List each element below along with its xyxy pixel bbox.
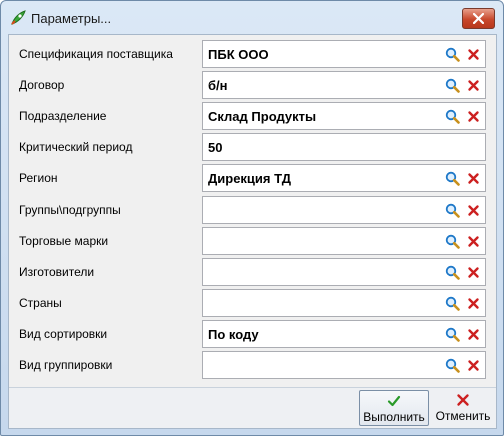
- param-row: Договор б/н: [9, 70, 496, 101]
- clear-icon[interactable]: [467, 359, 480, 372]
- param-input[interactable]: ПБК ООО: [202, 40, 486, 68]
- search-icon[interactable]: [445, 171, 460, 187]
- parameters-dialog: Параметры... Спецификация поставщика ПБК …: [0, 0, 504, 436]
- clear-icon[interactable]: [467, 48, 480, 61]
- clear-icon[interactable]: [467, 235, 480, 248]
- param-label: Договор: [19, 78, 65, 93]
- param-label: Критический период: [19, 140, 133, 155]
- clear-icon[interactable]: [467, 110, 480, 123]
- param-value: 50: [208, 140, 223, 156]
- param-input[interactable]: Склад Продукты: [202, 102, 486, 131]
- param-input[interactable]: По коду: [202, 319, 486, 348]
- clear-icon[interactable]: [467, 328, 480, 341]
- param-row: Страны: [9, 288, 496, 319]
- cross-icon: [457, 394, 469, 406]
- param-input[interactable]: Дирекция ТД: [202, 164, 486, 193]
- window-title: Параметры...: [31, 11, 112, 26]
- param-value: б/н: [208, 78, 228, 94]
- search-icon[interactable]: [445, 358, 460, 373]
- param-input[interactable]: 50: [202, 133, 486, 162]
- param-input[interactable]: [202, 351, 486, 379]
- param-input[interactable]: [202, 195, 486, 224]
- param-input[interactable]: [202, 226, 486, 255]
- param-label: Подразделение: [19, 109, 107, 124]
- param-label: Регион: [19, 171, 58, 186]
- param-row: Критический период 50: [9, 132, 496, 163]
- param-value: Дирекция ТД: [208, 171, 291, 187]
- search-icon[interactable]: [445, 203, 460, 218]
- search-icon[interactable]: [445, 78, 460, 93]
- param-row: Регион Дирекция ТД: [9, 163, 496, 194]
- clear-icon[interactable]: [467, 172, 480, 185]
- checkmark-icon: [387, 395, 401, 407]
- cancel-button-label: Отменить: [435, 409, 491, 423]
- clear-icon[interactable]: [467, 266, 480, 279]
- search-icon[interactable]: [445, 234, 460, 249]
- search-icon[interactable]: [445, 109, 460, 124]
- param-input[interactable]: [202, 288, 486, 317]
- param-label: Вид сортировки: [19, 326, 108, 341]
- param-row: Спецификация поставщика ПБК ООО: [9, 39, 496, 70]
- execute-button[interactable]: Выполнить: [359, 390, 429, 426]
- param-label: Изготовители: [19, 264, 95, 279]
- close-button[interactable]: [462, 8, 495, 29]
- param-row: Торговые марки: [9, 226, 496, 257]
- dialog-body: Спецификация поставщика ПБК ООО Договор б/н…: [8, 34, 497, 429]
- clear-icon[interactable]: [467, 297, 480, 310]
- search-icon[interactable]: [445, 47, 460, 62]
- search-icon[interactable]: [445, 327, 460, 342]
- search-icon[interactable]: [445, 265, 460, 280]
- title-bar[interactable]: Параметры...: [1, 1, 503, 34]
- cancel-button[interactable]: Отменить: [431, 390, 495, 426]
- param-row: Изготовители: [9, 257, 496, 288]
- param-value: ПБК ООО: [208, 47, 269, 62]
- execute-button-label: Выполнить: [363, 410, 425, 424]
- param-row: Группы\подгруппы: [9, 195, 496, 226]
- search-icon[interactable]: [445, 296, 460, 311]
- param-label: Торговые марки: [19, 233, 109, 248]
- param-input[interactable]: б/н: [202, 71, 486, 100]
- param-label: Группы\подгруппы: [19, 202, 121, 217]
- param-row: Подразделение Склад Продукты: [9, 101, 496, 132]
- clear-icon[interactable]: [467, 79, 480, 92]
- param-label: Спецификация поставщика: [19, 47, 173, 61]
- param-label: Вид группировки: [19, 358, 113, 372]
- param-input[interactable]: [202, 257, 486, 286]
- param-row: Вид сортировки По коду: [9, 319, 496, 350]
- clear-icon[interactable]: [467, 204, 480, 217]
- param-value: По коду: [208, 326, 259, 342]
- close-icon: [473, 13, 484, 24]
- param-label: Страны: [19, 295, 62, 310]
- dialog-footer: Выполнить Отменить: [9, 388, 496, 428]
- rocket-app-icon: [11, 10, 26, 25]
- param-value: Склад Продукты: [208, 109, 317, 125]
- param-row: Вид группировки: [9, 350, 496, 381]
